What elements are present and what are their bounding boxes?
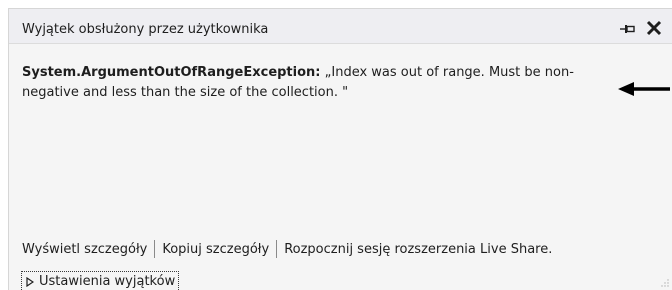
triangle-right-icon	[26, 276, 34, 287]
exception-settings-label: Ustawienia wyjątków	[39, 274, 176, 289]
pin-icon[interactable]	[620, 21, 636, 35]
exception-actions: Wyświetl szczegóły Kopiuj szczegóły Rozp…	[22, 240, 552, 258]
separator	[276, 240, 278, 258]
exception-titlebar: Wyjątek obsłużony przez użytkownika	[9, 9, 672, 44]
exception-settings-toggle[interactable]: Ustawienia wyjątków	[21, 271, 180, 290]
annotation-arrow	[618, 82, 670, 96]
copy-details-link[interactable]: Kopiuj szczegóły	[162, 242, 269, 257]
exception-helper-panel: Wyjątek obsłużony przez użytkownika Syst…	[8, 8, 672, 290]
separator	[154, 240, 156, 258]
close-icon[interactable]	[645, 19, 663, 37]
exception-message: System.ArgumentOutOfRangeException: „Ind…	[22, 63, 622, 103]
exception-type: System.ArgumentOutOfRangeException:	[22, 65, 321, 80]
view-details-link[interactable]: Wyświetl szczegóły	[22, 242, 147, 257]
exception-title: Wyjątek obsłużony przez użytkownika	[22, 22, 269, 37]
resize-grip-icon[interactable]	[661, 279, 669, 287]
live-share-link[interactable]: Rozpocznij sesję rozszerzenia Live Share…	[284, 242, 552, 257]
screenshot-stage: Wyjątek obsłużony przez użytkownika Syst…	[0, 0, 672, 290]
